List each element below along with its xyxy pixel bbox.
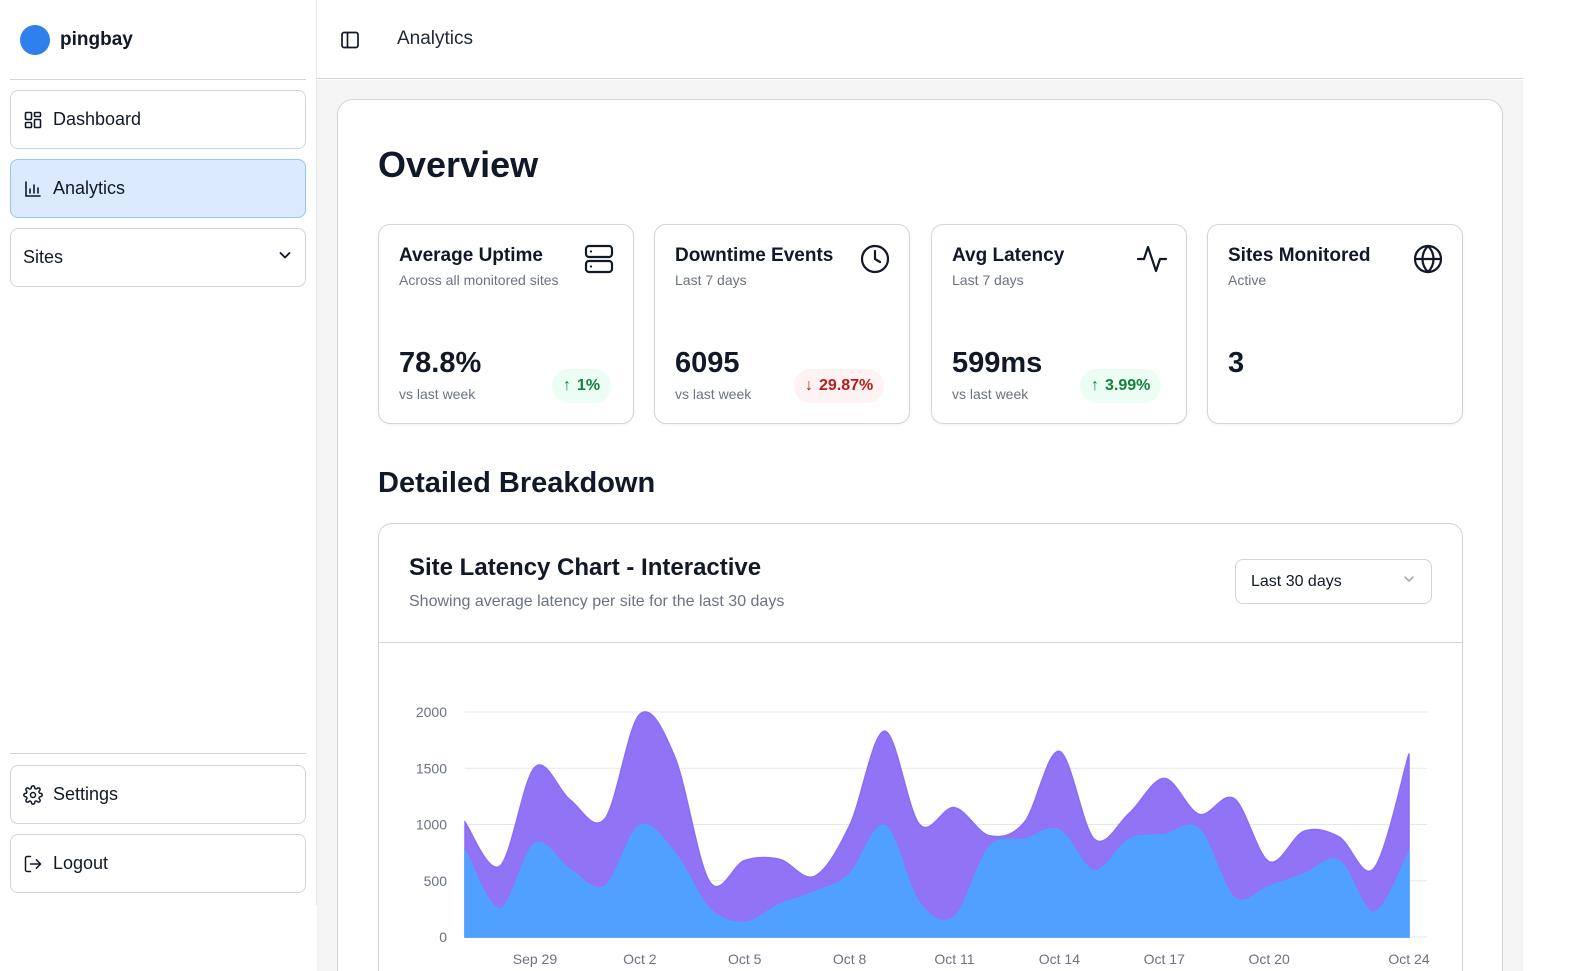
arrow-up-icon: ↑ <box>563 377 571 394</box>
latency-area-chart[interactable]: 0 500 1000 1500 2000 Sep 29 Oct 2 Oct 5 Oct 8 Oct… <box>379 644 1462 971</box>
sidebar-item-label: Sites <box>23 247 64 267</box>
server-icon <box>583 243 615 275</box>
arrow-up-icon: ↑ <box>1091 377 1099 394</box>
x-tick-label: Oct 24 <box>1388 951 1429 967</box>
card-value: 599ms <box>952 347 1043 379</box>
y-tick-label: 2000 <box>416 704 447 720</box>
x-tick-label: Oct 5 <box>728 951 762 967</box>
top-bar: Analytics <box>317 0 1523 79</box>
x-tick-label: Oct 14 <box>1039 951 1080 967</box>
bar-chart-icon <box>23 179 43 199</box>
y-tick-label: 0 <box>439 929 447 945</box>
trend-badge-up: ↑ 3.99% <box>1080 369 1162 403</box>
x-tick-label: Oct 8 <box>833 951 867 967</box>
trend-value: 1% <box>577 377 601 394</box>
card-subtitle: Across all monitored sites <box>399 272 559 288</box>
stat-card-uptime: Average Uptime Across all monitored site… <box>378 224 634 424</box>
card-subtitle: Last 7 days <box>675 272 747 288</box>
globe-icon <box>1412 243 1444 275</box>
arrow-down-icon: ↓ <box>805 377 813 394</box>
chart-subtitle: Showing average latency per site for the… <box>409 593 785 610</box>
y-tick-label: 1500 <box>416 760 447 776</box>
card-value: 3 <box>1228 347 1245 379</box>
brand-name: pingbay <box>60 29 133 50</box>
y-tick-label: 1000 <box>416 817 447 833</box>
card-value: 6095 <box>675 347 740 379</box>
card-title: Sites Monitored <box>1228 245 1371 266</box>
scroll-gutter <box>1523 0 1585 971</box>
chevron-down-icon <box>277 247 293 268</box>
y-tick-label: 500 <box>424 873 448 889</box>
sidebar-item-analytics[interactable]: Analytics <box>10 159 306 218</box>
x-tick-label: Oct 17 <box>1144 951 1185 967</box>
card-compare: vs last week <box>399 386 476 402</box>
card-title: Average Uptime <box>399 245 543 266</box>
sidebar-item-label: Analytics <box>53 178 126 198</box>
main-panel: Overview Average Uptime Across all monit… <box>337 99 1503 971</box>
sidebar-item-dashboard[interactable]: Dashboard <box>10 90 306 149</box>
stat-card-sites: Sites Monitored Active 3 <box>1207 224 1463 424</box>
x-tick-label: Oct 20 <box>1249 951 1290 967</box>
trend-badge-up: ↑ 1% <box>552 369 612 403</box>
card-value: 78.8% <box>399 347 482 379</box>
sidebar-divider-bottom <box>10 753 306 754</box>
brand[interactable]: pingbay <box>20 25 133 55</box>
sidebar-divider-top <box>10 79 306 80</box>
sidebar-item-settings[interactable]: Settings <box>10 765 306 824</box>
stat-card-latency: Avg Latency Last 7 days 599ms vs last we… <box>931 224 1187 424</box>
overview-heading: Overview <box>378 144 539 185</box>
card-title: Avg Latency <box>952 245 1065 266</box>
chart-header: Site Latency Chart - Interactive Showing… <box>379 524 1462 643</box>
sidebar-item-sites[interactable]: Sites <box>10 228 306 287</box>
sidebar-item-label: Dashboard <box>53 109 142 129</box>
sidebar-toggle-icon[interactable] <box>339 29 361 51</box>
activity-icon <box>1136 243 1168 275</box>
trend-badge-down: ↓ 29.87% <box>794 369 885 403</box>
trend-value: 3.99% <box>1105 377 1151 394</box>
chevron-down-icon <box>1402 572 1416 591</box>
range-select[interactable]: Last 30 days <box>1235 559 1432 604</box>
gear-icon <box>23 784 43 805</box>
clock-icon <box>859 243 891 275</box>
card-compare: vs last week <box>675 386 752 402</box>
card-subtitle: Last 7 days <box>952 272 1024 288</box>
card-compare: vs last week <box>952 386 1029 402</box>
card-subtitle: Active <box>1228 272 1267 288</box>
sidebar-item-label: Settings <box>53 784 119 804</box>
sidebar-item-logout[interactable]: Logout <box>10 834 306 893</box>
logout-icon <box>23 854 43 874</box>
range-select-value: Last 30 days <box>1251 572 1342 590</box>
latency-chart-card: Site Latency Chart - Interactive Showing… <box>378 523 1463 971</box>
x-tick-label: Oct 11 <box>934 951 974 967</box>
breakdown-heading: Detailed Breakdown <box>378 467 656 499</box>
app: pingbay Dashboard Analytics Sites Settin… <box>0 0 1585 971</box>
stat-card-downtime: Downtime Events Last 7 days 6095 vs last… <box>654 224 910 424</box>
sidebar-item-label: Logout <box>53 853 109 873</box>
sidebar: pingbay Dashboard Analytics Sites Settin… <box>0 0 317 905</box>
chart-title: Site Latency Chart - Interactive <box>409 554 762 581</box>
page-title: Analytics <box>397 28 474 49</box>
card-title: Downtime Events <box>675 245 834 266</box>
x-tick-label: Oct 2 <box>623 951 657 967</box>
brand-logo <box>20 25 50 55</box>
trend-value: 29.87% <box>819 377 874 394</box>
x-tick-label: Sep 29 <box>513 951 558 967</box>
layout-grid-icon <box>23 110 43 130</box>
